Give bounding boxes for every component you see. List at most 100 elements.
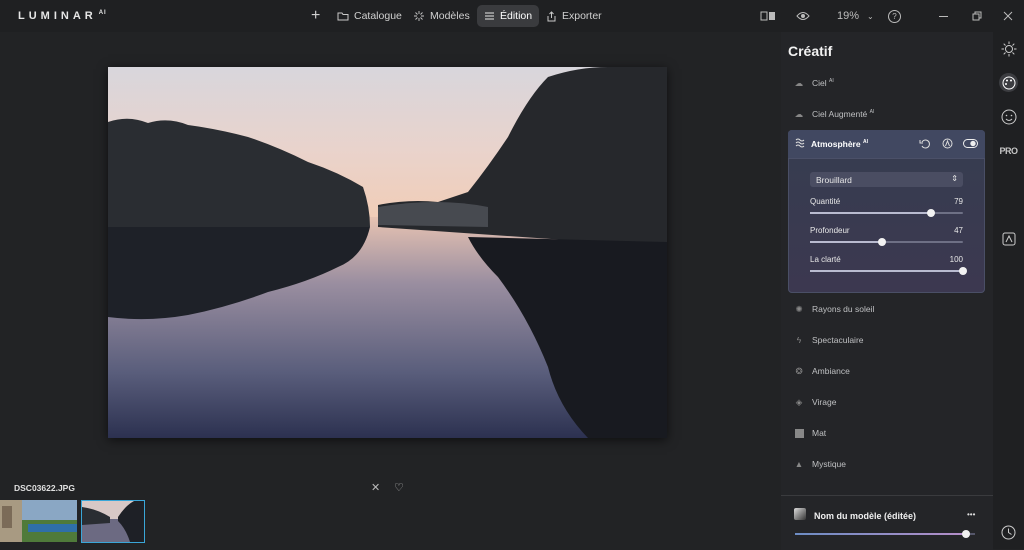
sparkle-icon <box>413 10 425 22</box>
tab-modeles-label: Modèles <box>430 10 470 22</box>
category-sidebar: PRO <box>993 32 1024 549</box>
restore-button[interactable] <box>972 8 982 24</box>
portrait-face-icon[interactable] <box>999 107 1018 126</box>
panel-title: Créatif <box>788 43 833 59</box>
close-icon <box>1003 11 1013 21</box>
folder-icon <box>337 11 349 21</box>
atmosphere-header[interactable]: Atmosphère AI <box>788 130 985 159</box>
toggle-icon[interactable] <box>963 139 978 151</box>
zoom-dropdown[interactable]: 19% ⌄ <box>837 8 874 24</box>
help-icon: ? <box>888 9 901 23</box>
photo-filename: DSC03622.JPG <box>14 483 75 493</box>
tool-ambiance[interactable]: ❂ Ambiance <box>788 360 993 382</box>
pro-tools-icon[interactable]: PRO <box>999 141 1018 160</box>
slider-profondeur-label: Profondeur <box>810 226 850 235</box>
tool-label: Mystique <box>812 459 847 469</box>
slider-profondeur-value: 47 <box>954 226 963 235</box>
tool-label: Ambiance <box>812 366 850 376</box>
tab-catalogue[interactable]: Catalogue <box>330 5 409 27</box>
tool-spectaculaire[interactable]: ϟ Spectaculaire <box>788 329 993 351</box>
tool-label: Rayons du soleil <box>812 304 875 314</box>
tool-mat[interactable]: Mat <box>788 422 993 444</box>
tool-ciel-augmente[interactable]: ☁ Ciel Augmenté AI <box>788 103 993 125</box>
chevron-down-icon: ⌄ <box>867 11 874 21</box>
preset-amount-knob[interactable] <box>962 530 970 538</box>
color-toning-icon: ◈ <box>795 396 803 407</box>
preset-name: Nom du modèle (éditée) <box>814 511 917 521</box>
add-photos-button[interactable]: + <box>304 5 327 27</box>
sun-rays-icon: ✺ <box>795 303 803 314</box>
tool-ciel[interactable]: ☁ Ciel AI <box>788 72 993 94</box>
slider-knob[interactable] <box>926 209 935 217</box>
tab-modeles[interactable]: Modèles <box>406 5 477 27</box>
restore-icon <box>972 11 982 21</box>
help-button[interactable]: ? <box>888 8 901 24</box>
more-options-button[interactable]: ••• <box>967 510 975 519</box>
preset-amount-fill <box>795 533 966 535</box>
main-photo[interactable] <box>108 67 667 438</box>
creative-panel: Créatif ☁ Ciel AI ☁ Ciel Augmenté AI Atm… <box>781 32 993 549</box>
preset-thumbnail-icon <box>794 508 806 520</box>
reject-icon[interactable]: ✕ <box>371 481 380 494</box>
atmosphere-mode-value: Brouillard <box>816 175 852 185</box>
preset-footer: Nom du modèle (éditée) ••• <box>781 495 993 550</box>
atmosphere-tool: Atmosphère AI Brouillard ⇕ Quantité 79 P… <box>788 130 985 293</box>
local-masking-icon[interactable] <box>999 229 1018 248</box>
lightning-icon: ϟ <box>796 335 802 345</box>
mystical-icon: ▲ <box>794 459 804 469</box>
matte-icon <box>793 427 805 439</box>
minimize-icon <box>939 15 948 17</box>
history-clock-icon[interactable] <box>999 523 1018 542</box>
tab-edition-label: Édition <box>500 10 533 22</box>
tool-label: Mat <box>812 428 827 438</box>
heart-icon[interactable]: ♡ <box>394 481 404 494</box>
reset-icon[interactable] <box>919 138 930 152</box>
slider-profondeur[interactable] <box>810 238 963 246</box>
top-bar: LUMINAR AI + Catalogue Modèles Édition Ex… <box>0 0 1024 32</box>
compare-icon[interactable] <box>760 8 776 24</box>
ai-mask-icon[interactable] <box>942 138 953 152</box>
filmstrip-thumbnail-selected[interactable] <box>81 500 145 543</box>
slider-clarte-label: La clarté <box>810 255 841 264</box>
slider-fill <box>810 270 963 272</box>
cloud-icon: ☁ <box>794 77 804 88</box>
close-window-button[interactable] <box>1003 8 1013 24</box>
slider-clarte-value: 100 <box>949 255 963 264</box>
mood-icon: ❂ <box>795 365 803 376</box>
tab-catalogue-label: Catalogue <box>354 10 402 22</box>
zoom-value: 19% <box>837 10 860 22</box>
slider-fill <box>810 241 882 243</box>
waves-icon <box>795 138 806 151</box>
eye-icon[interactable] <box>796 8 810 24</box>
essentials-sun-icon[interactable] <box>999 39 1018 58</box>
preset-amount-slider[interactable] <box>795 530 975 538</box>
tool-label: Ciel AI <box>812 78 834 88</box>
app-logo: LUMINAR AI <box>18 10 107 22</box>
slider-fill <box>810 212 931 214</box>
sky-layers-icon: ☁ <box>794 108 804 119</box>
slider-knob[interactable] <box>877 238 886 246</box>
tool-rayons-du-soleil[interactable]: ✺ Rayons du soleil <box>788 298 993 320</box>
filmstrip-thumbnail[interactable] <box>0 500 77 542</box>
tab-exporter[interactable]: Exporter <box>539 5 609 27</box>
slider-clarte[interactable] <box>810 267 967 275</box>
slider-quantite[interactable] <box>810 209 963 217</box>
chevron-updown-icon: ⇕ <box>951 174 958 183</box>
tool-virage[interactable]: ◈ Virage <box>788 391 993 413</box>
tool-label: Ciel Augmenté AI <box>812 109 875 119</box>
creative-palette-icon[interactable] <box>999 73 1018 92</box>
tool-label: Spectaculaire <box>812 335 864 345</box>
slider-knob[interactable] <box>959 267 967 275</box>
sliders-icon <box>484 11 495 21</box>
export-icon <box>546 10 557 22</box>
tab-edition[interactable]: Édition <box>477 5 540 27</box>
slider-quantite-label: Quantité <box>810 197 841 206</box>
tab-exporter-label: Exporter <box>562 10 602 22</box>
plus-icon: + <box>311 7 321 24</box>
slider-quantite-value: 79 <box>954 197 963 206</box>
tool-label: Virage <box>812 397 837 407</box>
minimize-button[interactable] <box>939 8 948 24</box>
atmosphere-mode-select[interactable]: Brouillard ⇕ <box>810 172 963 187</box>
tool-mystique[interactable]: ▲ Mystique <box>788 453 993 475</box>
atmosphere-title: Atmosphère AI <box>811 139 868 149</box>
